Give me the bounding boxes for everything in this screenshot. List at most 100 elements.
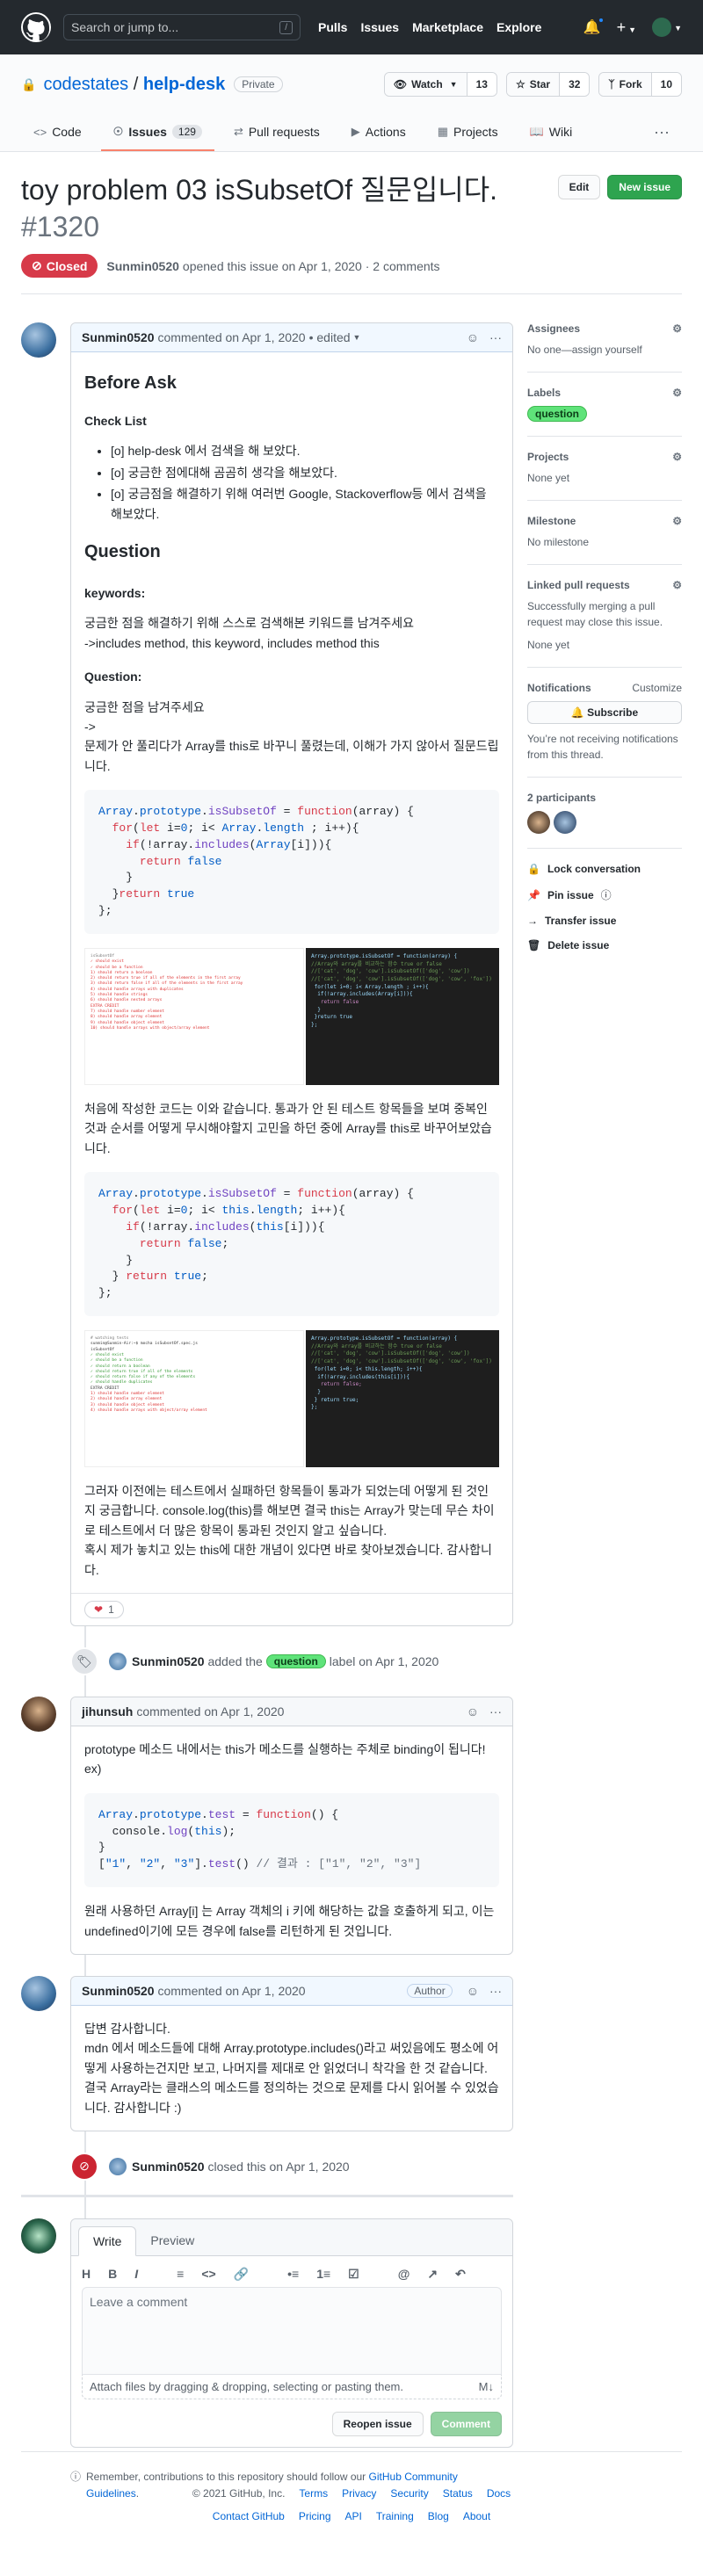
gear-icon[interactable]: ⚙ xyxy=(672,322,682,335)
transfer-issue-button[interactable]: → Transfer issue xyxy=(527,915,682,927)
add-reaction-smiley-icon[interactable]: ☺ xyxy=(467,1704,479,1719)
footer-link-training[interactable]: Training xyxy=(376,2510,414,2522)
nav-issues[interactable]: Issues xyxy=(360,20,399,34)
event-avatar[interactable] xyxy=(109,2157,127,2175)
file-attachment-area[interactable]: Attach files by dragging & dropping, sel… xyxy=(82,2374,502,2399)
fork-button[interactable]: ᛉ Fork 10 xyxy=(598,72,682,97)
bold-icon[interactable]: B xyxy=(108,2267,117,2282)
subscribe-button[interactable]: 🔔 Subscribe xyxy=(527,701,682,724)
comment-kebab-icon[interactable]: ··· xyxy=(489,330,502,344)
bulleted-list-icon[interactable]: •≡ xyxy=(287,2267,299,2282)
event-avatar[interactable] xyxy=(109,1653,127,1671)
github-logo-icon[interactable] xyxy=(21,12,51,42)
repo-name-link[interactable]: help-desk xyxy=(143,75,225,94)
add-reaction-smiley-icon[interactable]: ☺ xyxy=(467,330,479,344)
footer-link-api[interactable]: API xyxy=(345,2510,362,2522)
italic-icon[interactable]: I xyxy=(134,2267,138,2282)
comment-button[interactable]: Comment xyxy=(430,2411,502,2436)
quote-icon[interactable]: ≡ xyxy=(177,2267,184,2282)
code-icon[interactable]: <> xyxy=(201,2267,215,2282)
footer-link-status[interactable]: Status xyxy=(443,2487,473,2500)
tab-write[interactable]: Write xyxy=(78,2225,137,2256)
participant-avatar[interactable] xyxy=(527,811,550,834)
arrow-right-icon: → xyxy=(527,915,538,927)
customize-link[interactable]: Customize xyxy=(632,682,682,694)
comment-timestamp[interactable]: commented on Apr 1, 2020 xyxy=(157,1984,305,1998)
event-author[interactable]: Sunmin0520 xyxy=(132,2160,204,2174)
question-label[interactable]: question xyxy=(265,1654,326,1669)
delete-issue-button[interactable]: 🗑 Delete issue xyxy=(527,939,682,952)
markdown-icon[interactable]: M↓ xyxy=(479,2380,494,2393)
comment-author[interactable]: Sunmin0520 xyxy=(82,1984,154,1998)
author-avatar[interactable] xyxy=(21,1697,56,1733)
tab-preview[interactable]: Preview xyxy=(136,2226,208,2255)
footer-link-about[interactable]: About xyxy=(463,2510,490,2522)
tab-pull-requests[interactable]: ⇄ Pull requests xyxy=(221,116,332,151)
tab-issues[interactable]: ☉ Issues 129 xyxy=(100,116,214,151)
comment-kebab-icon[interactable]: ··· xyxy=(489,1984,502,1998)
comment-textarea[interactable]: Leave a comment xyxy=(82,2286,502,2375)
reactions-bar: ❤ 1 xyxy=(71,1593,512,1625)
footer-link-contact[interactable]: Contact GitHub xyxy=(213,2510,285,2522)
pin-issue-button[interactable]: 📌 Pin issue ⓘ xyxy=(527,887,682,902)
comment-timestamp[interactable]: commented on Apr 1, 2020 xyxy=(136,1704,284,1719)
comment-author[interactable]: jihunsuh xyxy=(82,1704,133,1719)
comment-author[interactable]: Sunmin0520 xyxy=(82,330,154,344)
current-user-avatar[interactable] xyxy=(21,2218,56,2254)
heading-question-detail: Question: xyxy=(84,669,142,684)
reply-icon[interactable]: ↶ xyxy=(455,2267,466,2282)
tab-projects[interactable]: ▦ Projects xyxy=(425,116,511,151)
issue-meta-text: opened this issue on Apr 1, 2020 · 2 com… xyxy=(182,258,440,273)
gear-icon[interactable]: ⚙ xyxy=(672,515,682,527)
lock-conversation-button[interactable]: 🔒 Lock conversation xyxy=(527,863,682,875)
add-reaction-smiley-icon[interactable]: ☺ xyxy=(467,1984,479,1998)
author-avatar[interactable] xyxy=(21,322,56,358)
repo-owner-link[interactable]: codestates xyxy=(43,75,128,94)
code-editor-screenshot: Array.prototype.isSubsetOf = function(ar… xyxy=(306,1330,499,1468)
gear-icon[interactable]: ⚙ xyxy=(672,451,682,463)
create-new-plus-icon[interactable]: + ▼ xyxy=(617,18,636,37)
watch-count[interactable]: 13 xyxy=(466,73,496,96)
heart-reaction[interactable]: ❤ 1 xyxy=(84,1601,124,1619)
event-author[interactable]: Sunmin0520 xyxy=(132,1654,204,1668)
edited-dropdown[interactable]: • edited xyxy=(309,330,351,344)
author-avatar[interactable] xyxy=(21,1975,56,2011)
search-input[interactable]: Search or jump to... / xyxy=(63,14,301,40)
footer-link-privacy[interactable]: Privacy xyxy=(342,2487,376,2500)
nav-pulls[interactable]: Pulls xyxy=(318,20,347,34)
assign-yourself-link[interactable]: No one—assign yourself xyxy=(527,342,682,358)
fork-count[interactable]: 10 xyxy=(650,73,681,96)
heading-icon[interactable]: H xyxy=(82,2267,91,2282)
watch-button[interactable]: 👁 Watch ▼ 13 xyxy=(383,72,497,97)
cross-reference-icon[interactable]: ↗ xyxy=(427,2267,438,2282)
comment-timestamp[interactable]: commented on Apr 1, 2020 xyxy=(157,330,305,344)
tab-actions[interactable]: ▶ Actions xyxy=(339,116,418,151)
mention-icon[interactable]: @ xyxy=(398,2267,410,2282)
footer-link-pricing[interactable]: Pricing xyxy=(299,2510,331,2522)
footer-link-blog[interactable]: Blog xyxy=(428,2510,449,2522)
tab-wiki[interactable]: 📖 Wiki xyxy=(518,116,585,151)
tab-code[interactable]: <> Code xyxy=(21,116,94,151)
question-label[interactable]: question xyxy=(527,406,587,422)
footer-link-security[interactable]: Security xyxy=(390,2487,428,2500)
nav-marketplace[interactable]: Marketplace xyxy=(412,20,483,34)
more-kebab-icon[interactable]: ··· xyxy=(641,116,682,151)
participant-avatar[interactable] xyxy=(554,811,576,834)
star-count[interactable]: 32 xyxy=(559,73,590,96)
footer-link-terms[interactable]: Terms xyxy=(299,2487,328,2500)
gear-icon[interactable]: ⚙ xyxy=(672,387,682,399)
numbered-list-icon[interactable]: 1≡ xyxy=(316,2267,330,2282)
footer-link-docs[interactable]: Docs xyxy=(487,2487,511,2500)
reopen-issue-button[interactable]: Reopen issue xyxy=(331,2411,424,2436)
issue-author-link[interactable]: Sunmin0520 xyxy=(106,259,178,273)
user-menu[interactable]: ▼ xyxy=(652,18,682,37)
nav-explore[interactable]: Explore xyxy=(496,20,541,34)
task-list-icon[interactable]: ☑ xyxy=(348,2267,359,2282)
link-icon[interactable]: 🔗 xyxy=(234,2267,249,2282)
new-issue-button[interactable]: New issue xyxy=(607,175,682,199)
notifications-bell-icon[interactable]: 🔔 xyxy=(583,17,605,36)
gear-icon[interactable]: ⚙ xyxy=(672,579,682,591)
star-button[interactable]: ☆ Star 32 xyxy=(505,72,591,97)
comment-kebab-icon[interactable]: ··· xyxy=(489,1704,502,1719)
edit-button[interactable]: Edit xyxy=(557,175,601,199)
